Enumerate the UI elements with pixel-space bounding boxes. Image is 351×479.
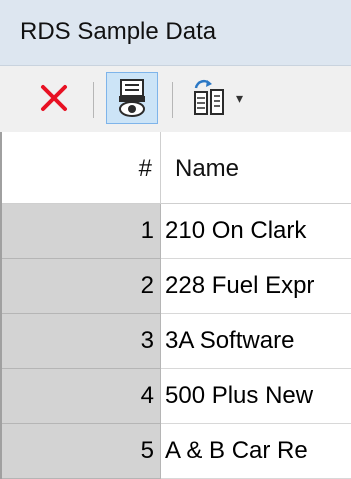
column-header-name[interactable]: Name [161, 132, 351, 204]
row-header[interactable]: 1 [2, 204, 161, 259]
row-header[interactable]: 3 [2, 314, 161, 369]
name-cell[interactable]: 3A Software [161, 314, 351, 369]
record-view-icon [119, 79, 145, 117]
close-button[interactable] [28, 72, 80, 124]
name-cell[interactable]: 228 Fuel Expr [161, 259, 351, 314]
table-row[interactable]: 2 228 Fuel Expr [2, 259, 351, 314]
toolbar: ▾ [0, 66, 351, 132]
export-dropdown-button[interactable]: ▾ [192, 72, 258, 124]
title-bar: RDS Sample Data [0, 0, 351, 66]
row-header[interactable]: 5 [2, 424, 161, 479]
chevron-down-icon[interactable]: ▾ [236, 90, 243, 107]
row-header[interactable]: 4 [2, 369, 161, 424]
toolbar-separator [93, 82, 94, 118]
data-grid[interactable]: # Name 1 210 On Clark 2 228 Fuel Expr 3 … [0, 132, 351, 479]
export-icon [194, 79, 224, 115]
name-cell[interactable]: 210 On Clark [161, 204, 351, 259]
close-icon [41, 85, 67, 111]
column-header-number[interactable]: # [2, 132, 161, 204]
name-cell[interactable]: 500 Plus New [161, 369, 351, 424]
table-row[interactable]: 5 A & B Car Re [2, 424, 351, 479]
name-cell[interactable]: A & B Car Re [161, 424, 351, 479]
toolbar-separator [172, 82, 173, 118]
table-row[interactable]: 1 210 On Clark [2, 204, 351, 259]
table-row[interactable]: 4 500 Plus New [2, 369, 351, 424]
table-row[interactable]: 3 3A Software [2, 314, 351, 369]
record-view-button[interactable] [106, 72, 158, 124]
grid-header: # Name [2, 132, 351, 204]
row-header[interactable]: 2 [2, 259, 161, 314]
window-title: RDS Sample Data [20, 18, 217, 45]
